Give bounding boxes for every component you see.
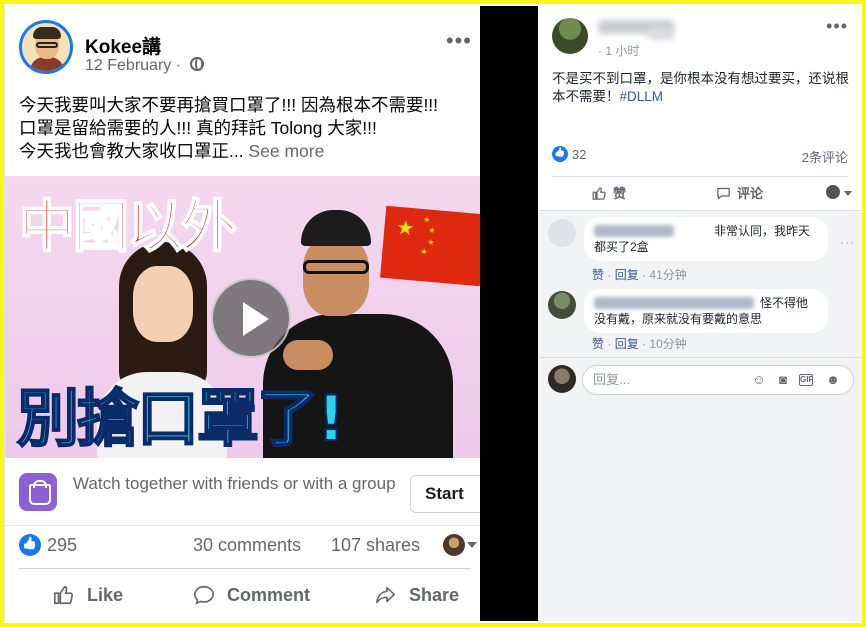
like-button[interactable]: 赞	[592, 183, 626, 202]
reply-placeholder: 回复...	[593, 372, 630, 387]
emoji-icon[interactable]: ☺	[751, 373, 767, 387]
post-text: 不是买不到口罩，是你根本没有想过要买，还说根本不需要！#DLLM	[552, 70, 852, 106]
comment-button[interactable]: 评论	[716, 183, 763, 202]
post-date[interactable]: 12 February ·	[85, 57, 204, 75]
like-count[interactable]: 32	[572, 147, 586, 162]
video-post: Kokee講 12 February · ••• 今天我要叫大家不要再搶買口罩了…	[4, 6, 480, 621]
share-label: Share	[409, 585, 460, 605]
comment-bubble: 非常认同，我昨天都买了2盒	[584, 217, 828, 261]
play-icon[interactable]	[211, 278, 291, 358]
sticker-icon[interactable]: ☻	[825, 373, 841, 387]
comment-label: Comment	[227, 585, 311, 605]
like-label: Like	[87, 585, 124, 605]
comment-time[interactable]: 10分钟	[649, 337, 686, 351]
date-separator: ·	[175, 57, 182, 74]
page-avatar[interactable]	[19, 20, 73, 74]
author-name-redacted	[648, 28, 674, 40]
reply-box: 回复... ☺ ◙ GIF ☻	[548, 365, 854, 395]
thumbnail-title-bottom: 別搶口罩了!	[16, 381, 346, 456]
comment-meta: 赞 · 回复 · 10分钟	[592, 337, 687, 351]
see-more-link[interactable]: See more	[248, 141, 324, 161]
start-watch-party-button[interactable]: Start	[410, 475, 480, 513]
share-count[interactable]: 107 shares	[331, 535, 420, 556]
post-text-truncated: 今天我也會教大家收口罩正...	[19, 141, 244, 161]
watch-party-icon	[19, 473, 57, 511]
shared-post: · 1 小时 ••• 不是买不到口罩，是你根本没有想过要买，还说根本不需要！#D…	[538, 6, 862, 621]
thumbs-up-icon	[54, 585, 74, 605]
like-count[interactable]: 295	[47, 535, 77, 556]
post-text-line: 今天我要叫大家不要再搶買口罩了!!! 因為根本不需要!!!	[19, 95, 439, 115]
video-thumbnail[interactable]: ★ ★ ★ ★ ★ 中國以外 別搶口罩了!	[5, 176, 480, 458]
commenter-avatar[interactable]	[548, 291, 576, 319]
comment-button[interactable]: Comment	[193, 577, 310, 613]
author-avatar[interactable]	[552, 18, 588, 54]
camera-icon[interactable]: ◙	[775, 373, 791, 387]
share-button[interactable]: Share	[375, 577, 459, 613]
chevron-down-icon[interactable]	[467, 542, 477, 548]
viewer-avatar[interactable]	[826, 185, 840, 199]
post-text-line: 口罩是留給需要的人!!! 真的拜託 Tolong 大家!!!	[19, 118, 377, 138]
comment-count[interactable]: 2条评论	[802, 147, 848, 166]
comment-like-link[interactable]: 赞	[592, 337, 604, 351]
post-text-line: 今天我也會教大家收口罩正... See more	[19, 140, 480, 163]
comments-section: 非常认同，我昨天都买了2盒 ··· 赞 · 回复 · 41分钟 怪不得他没有戴，…	[538, 210, 862, 621]
commenter-avatar[interactable]	[548, 219, 576, 247]
more-options-icon[interactable]: •••	[446, 30, 472, 52]
post-date-text: 12 February	[85, 57, 172, 74]
post-actions: Like Comment Share	[19, 568, 471, 618]
comment-count[interactable]: 30 comments	[193, 535, 301, 556]
comment-label: 评论	[737, 186, 764, 201]
comment-options-icon[interactable]: ···	[840, 235, 855, 249]
post-time[interactable]: · 1 小时	[598, 42, 639, 59]
page-name[interactable]: Kokee講	[85, 32, 161, 59]
commenter-name-redacted	[594, 225, 674, 237]
like-label: 赞	[613, 186, 627, 201]
post-stats: 295 30 comments 107 shares	[5, 526, 480, 566]
post-actions: 赞 评论	[552, 176, 852, 208]
comment-icon	[717, 187, 730, 200]
comment-divider	[538, 357, 862, 358]
watch-together-bar: Watch together with friends or with a gr…	[5, 458, 480, 526]
comment-meta: 赞 · 回复 · 41分钟	[592, 268, 687, 282]
post-text-body: 不是买不到口罩，是你根本没有想过要买，还说根本不需要！	[552, 71, 849, 104]
watch-together-text: Watch together with friends or with a gr…	[73, 474, 396, 493]
chevron-down-icon[interactable]	[844, 191, 852, 196]
post-stats: 32 2条评论	[552, 146, 848, 166]
comment-reply-link[interactable]: 回复	[615, 337, 639, 351]
gif-icon[interactable]: GIF	[799, 374, 813, 386]
black-divider	[480, 6, 538, 621]
like-reaction-icon	[19, 534, 41, 556]
like-reaction-icon	[552, 146, 568, 162]
reply-input[interactable]: 回复... ☺ ◙ GIF ☻	[582, 365, 854, 395]
viewer-avatar	[548, 365, 576, 393]
comment-reply-link[interactable]: 回复	[615, 268, 639, 282]
viewer-avatar[interactable]	[443, 534, 465, 556]
globe-icon	[189, 57, 204, 71]
post-text: 今天我要叫大家不要再搶買口罩了!!! 因為根本不需要!!! 口罩是留給需要的人!…	[19, 94, 480, 163]
comment-icon	[194, 585, 214, 605]
like-button[interactable]: Like	[53, 577, 123, 613]
comment-like-link[interactable]: 赞	[592, 268, 604, 282]
share-icon	[376, 586, 396, 604]
thumbs-up-icon	[592, 187, 606, 200]
more-options-icon[interactable]: •••	[826, 16, 848, 37]
comment-time[interactable]: 41分钟	[649, 268, 686, 282]
comment-bubble: 怪不得他没有戴，原来就没有要戴的意思	[584, 289, 828, 333]
commenter-name-redacted	[594, 297, 754, 309]
hashtag-link[interactable]: #DLLM	[620, 89, 664, 104]
thumbnail-title-top: 中國以外	[18, 194, 238, 261]
